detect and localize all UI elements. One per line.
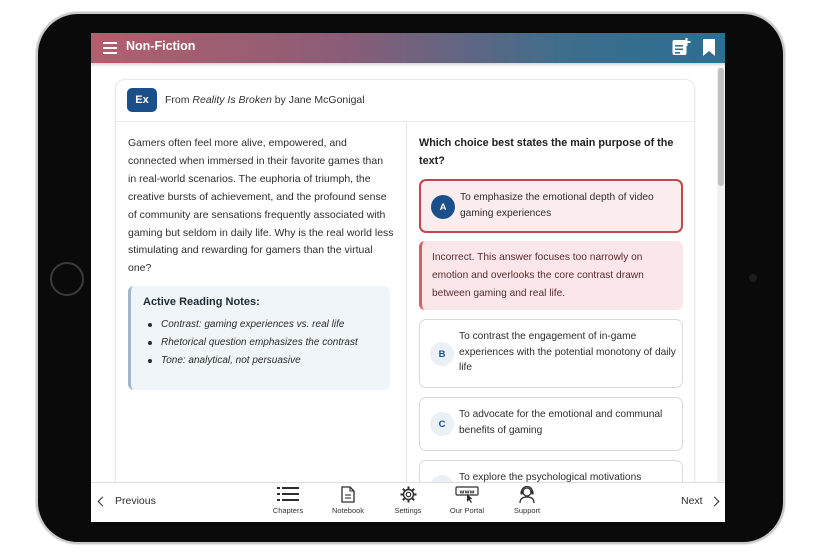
previous-button[interactable]: Previous: [97, 495, 156, 507]
header-shadow: [91, 63, 725, 67]
choice-text: To advocate for the emotional and commun…: [459, 409, 663, 436]
excerpt-header: Ex From Reality Is Broken by Jane McGoni…: [116, 80, 694, 122]
gear-icon: [400, 486, 416, 503]
nav-chapters[interactable]: Chapters: [260, 486, 316, 515]
nav-label: Chapters: [272, 506, 304, 515]
next-label: Next: [681, 495, 703, 507]
excerpt-source: From Reality Is Broken by Jane McGonigal: [165, 94, 365, 106]
answer-choice-a[interactable]: A To emphasize the emotional depth of vi…: [419, 179, 683, 233]
list-icon: [277, 487, 299, 501]
reading-passage: Gamers often feel more alive, empowered,…: [128, 137, 394, 275]
nav-notebook[interactable]: Notebook: [320, 486, 376, 515]
notebook-icon: [341, 486, 355, 503]
scrollbar-thumb[interactable]: [718, 68, 724, 186]
column-divider: [406, 122, 407, 500]
choice-letter: B: [430, 342, 454, 366]
nav-support[interactable]: Support: [499, 486, 555, 515]
notes-title: Active Reading Notes:: [143, 296, 260, 308]
nav-label: Our Portal: [449, 506, 485, 515]
answer-choice-b[interactable]: B To contrast the engagement of in-game …: [419, 319, 683, 388]
add-note-icon[interactable]: [672, 38, 692, 56]
nav-our-portal[interactable]: www Our Portal: [439, 486, 495, 515]
notes-item: Rhetorical question emphasizes the contr…: [143, 334, 378, 352]
excerpt-badge: Ex: [127, 88, 157, 112]
feedback-message: Incorrect. This answer focuses too narro…: [419, 241, 683, 310]
bookmark-icon[interactable]: [703, 39, 715, 56]
bottom-navigation: Previous Chapters Notebook Settings www …: [91, 482, 725, 522]
camera-icon: [749, 274, 757, 282]
page-title: Non-Fiction: [126, 39, 196, 53]
question-prompt: Which choice best states the main purpos…: [419, 137, 674, 167]
header-bar: Non-Fiction: [91, 33, 725, 63]
chevron-right-icon: [709, 496, 720, 506]
choice-letter: C: [430, 412, 454, 436]
active-reading-notes: Active Reading Notes: Contrast: gaming e…: [128, 286, 390, 390]
next-button[interactable]: Next: [681, 495, 720, 507]
choice-letter: A: [431, 195, 455, 219]
choice-text: To emphasize the emotional depth of vide…: [460, 192, 654, 219]
nav-settings[interactable]: Settings: [380, 486, 436, 515]
answer-choice-c[interactable]: C To advocate for the emotional and comm…: [419, 397, 683, 451]
notes-item: Tone: analytical, not persuasive: [143, 352, 378, 370]
nav-label: Support: [513, 506, 541, 515]
app-screen: Non-Fiction Ex From Reality Is Broken by…: [91, 33, 725, 522]
notes-item: Contrast: gaming experiences vs. real li…: [143, 316, 378, 334]
question-card: Ex From Reality Is Broken by Jane McGoni…: [115, 79, 695, 514]
hamburger-menu-icon[interactable]: [103, 42, 117, 54]
nav-label: Notebook: [331, 506, 365, 515]
chevron-left-icon: [97, 496, 108, 506]
support-agent-icon: [519, 486, 535, 503]
nav-label: Settings: [394, 506, 422, 515]
www-portal-icon: www: [455, 486, 479, 503]
home-button[interactable]: [50, 262, 84, 296]
previous-label: Previous: [115, 495, 156, 507]
choice-text: To contrast the engagement of in-game ex…: [459, 331, 676, 373]
